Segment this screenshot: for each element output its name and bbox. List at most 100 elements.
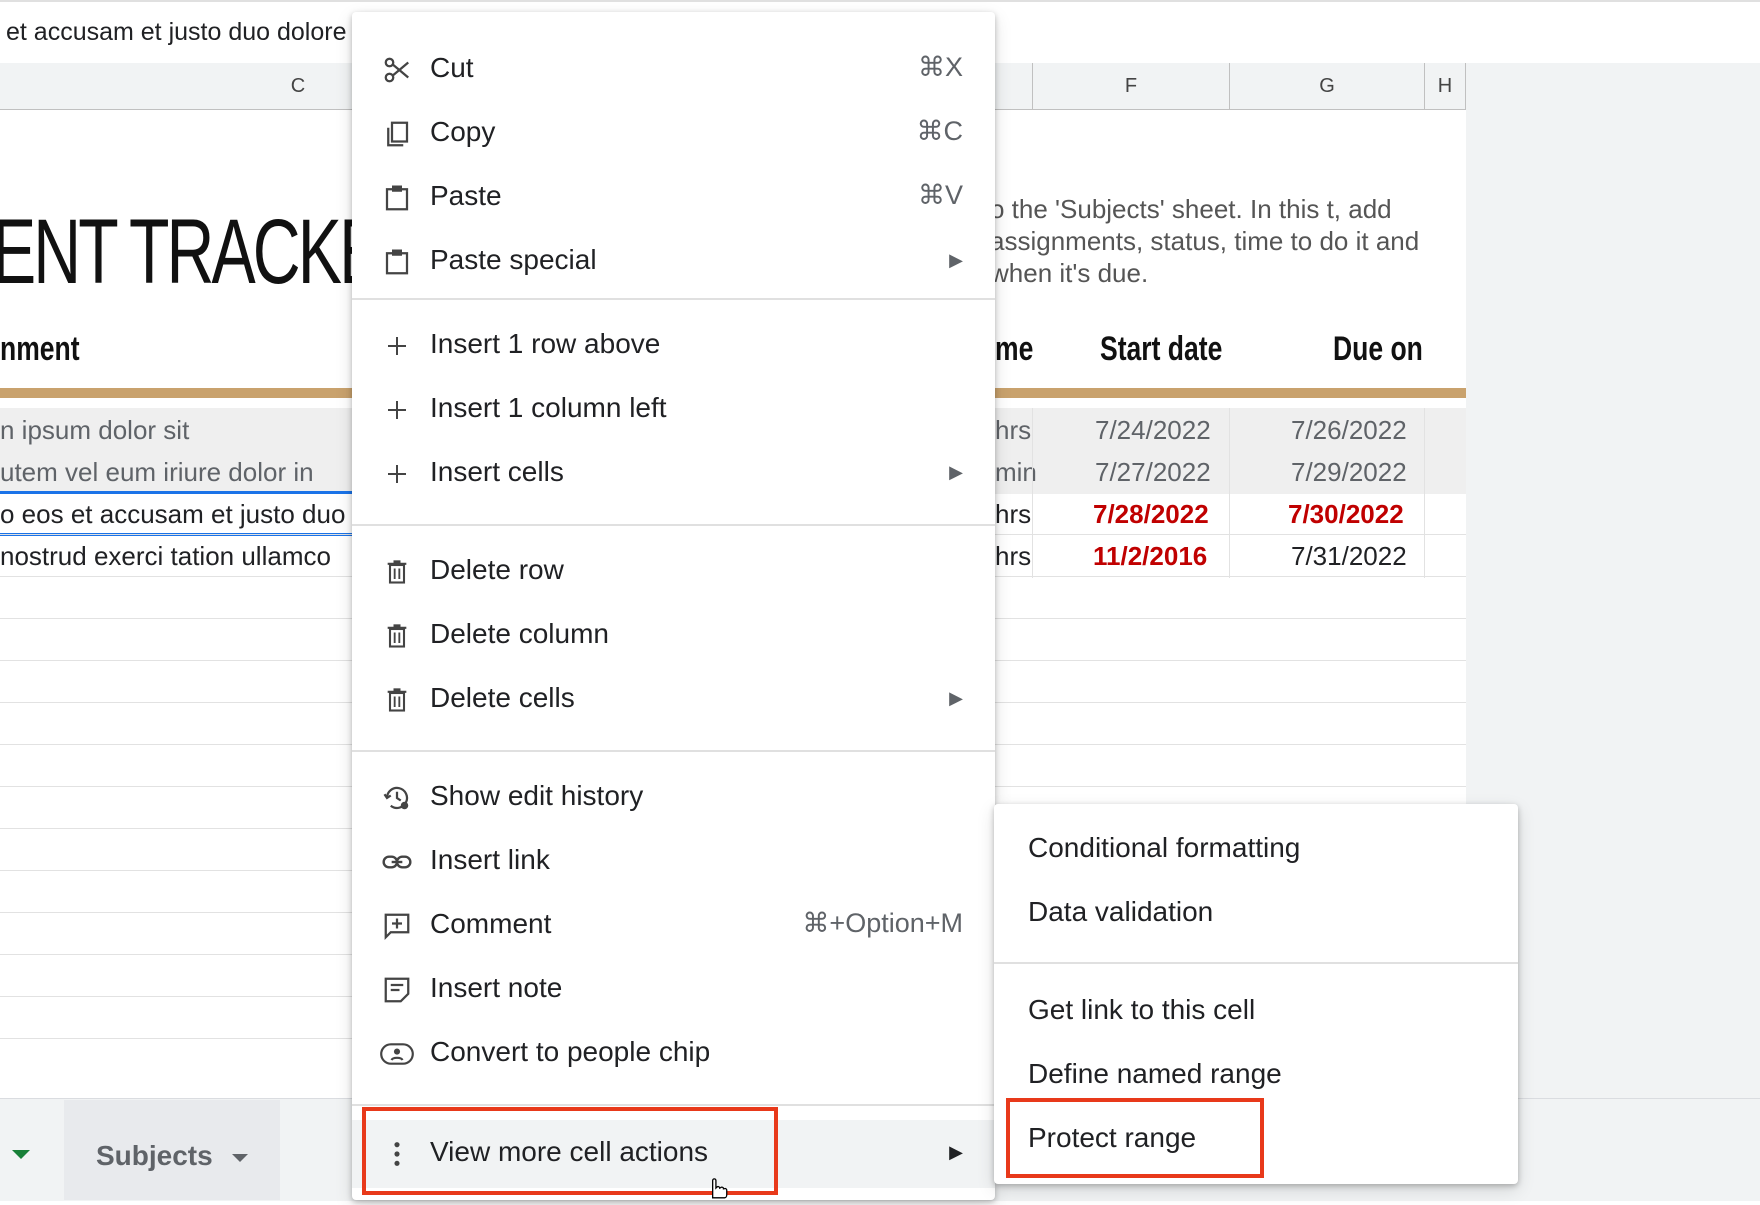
menu-item-cut[interactable]: Cut ⌘X [352,38,995,102]
clipboard-icon [380,245,414,279]
row1-due[interactable]: 7/26/2022 [1291,415,1407,446]
menu-item-label: Delete cells [430,682,575,713]
row3-assignment[interactable]: o eos et accusam et justo duo [0,499,345,530]
menu-item-insert-link[interactable]: Insert link [352,830,995,894]
formula-bar-text[interactable]: et accusam et justo duo dolore [6,18,346,47]
row2-start[interactable]: 7/27/2022 [1095,457,1211,488]
trash-icon [380,683,414,717]
selection-border-top [0,491,352,494]
row4-time[interactable]: hrs [995,541,1031,572]
menu-item-comment[interactable]: Comment ⌘+Option+M [352,894,995,958]
grid-line-vertical [1424,408,1425,578]
hand-cursor-icon [704,1174,730,1200]
note-icon [380,973,414,1007]
menu-separator [994,962,1518,964]
menu-item-shortcut: ⌘X [917,52,963,82]
menu-item-show-edit-history[interactable]: Show edit history [352,766,995,830]
row2-assignment[interactable]: utem vel eum iriure dolor in [0,457,314,488]
row4-assignment[interactable]: nostrud exerci tation ullamco [0,541,331,572]
menu-item-shortcut: ⌘V [917,180,963,210]
column-header-c-label: C [290,75,306,97]
column-header-g[interactable]: G [1229,63,1424,109]
menu-separator [352,1104,995,1106]
grid-line-vertical [1032,408,1033,578]
row3-due[interactable]: 7/30/2022 [1288,499,1404,530]
column-header-c[interactable]: C [0,63,352,109]
history-icon [380,781,414,815]
menu-item-insert-column-left[interactable]: Insert 1 column left [352,378,995,442]
row4-start[interactable]: 11/2/2016 [1093,541,1207,572]
menu-item-label: Delete row [430,554,564,585]
copy-icon [380,117,414,151]
submenu-arrow-icon: ▶ [949,688,963,708]
row1-time[interactable]: hrs [995,415,1031,446]
start-date-header: Start date [1100,330,1223,368]
context-menu: Cut ⌘X Copy ⌘C Paste ⌘V Paste special ▶ … [352,12,995,1200]
sheet-description: o the 'Subjects' sheet. In this t, add a… [990,194,1420,288]
menu-item-label: Show edit history [430,780,644,811]
menu-item-label: Insert link [430,844,550,875]
row3-time[interactable]: hrs [995,499,1031,530]
submenu-item-conditional-formatting[interactable]: Conditional formatting [1028,832,1300,864]
column-header-f-label: F [1124,75,1138,97]
row2-due[interactable]: 7/29/2022 [1291,457,1407,488]
menu-item-label: Insert 1 column left [430,392,667,423]
plus-icon [380,329,414,363]
comment-add-icon [380,909,414,943]
menu-item-label: Insert 1 row above [430,328,661,359]
menu-item-paste-special[interactable]: Paste special ▶ [352,230,995,294]
menu-item-label: Copy [430,116,496,147]
plus-icon [380,457,414,491]
menu-item-label: Comment [430,908,552,939]
menu-item-label: Convert to people chip [430,1036,711,1067]
due-on-header: Due on [1333,330,1423,368]
menu-item-label: Cut [430,52,474,83]
menu-item-convert-people-chip[interactable]: Convert to people chip [352,1022,995,1086]
menu-separator [352,298,995,300]
menu-item-delete-row[interactable]: Delete row [352,540,995,604]
submenu-item-define-named-range[interactable]: Define named range [1028,1058,1282,1090]
row2-time[interactable]: min [995,457,1037,488]
menu-item-label: Paste special [430,244,597,275]
plus-icon [380,393,414,427]
trash-icon [380,555,414,589]
menu-item-label: Delete column [430,618,609,649]
menu-item-copy[interactable]: Copy ⌘C [352,102,995,166]
menu-separator [352,524,995,526]
menu-item-label: Paste [430,180,502,211]
link-icon [380,845,414,879]
menu-separator [352,750,995,752]
column-header-f[interactable]: F [1032,63,1229,109]
menu-item-insert-row-above[interactable]: Insert 1 row above [352,314,995,378]
menu-item-label: Insert note [430,972,563,1003]
column-header-h[interactable]: H [1424,63,1466,109]
submenu-arrow-icon: ▶ [949,250,963,270]
assignment-header: nment [0,330,80,368]
grid-line-vertical [1229,408,1230,578]
row1-assignment[interactable]: n ipsum dolor sit [0,415,189,446]
time-header: me [995,330,1034,368]
column-header-h-label: H [1437,75,1453,97]
people-chip-icon [380,1037,414,1071]
menu-item-paste[interactable]: Paste ⌘V [352,166,995,230]
sheet-menu-caret-icon[interactable] [12,1150,30,1159]
submenu-arrow-icon: ▶ [949,1142,963,1162]
trash-icon [380,619,414,653]
row4-due[interactable]: 7/31/2022 [1291,541,1407,572]
row1-start[interactable]: 7/24/2022 [1095,415,1211,446]
menu-item-delete-cells[interactable]: Delete cells ▶ [352,668,995,732]
scissors-icon [380,53,414,87]
menu-item-shortcut: ⌘+Option+M [802,908,963,938]
menu-item-shortcut: ⌘C [916,116,964,146]
menu-item-insert-note[interactable]: Insert note [352,958,995,1022]
menu-item-label: Insert cells [430,456,564,487]
submenu-item-data-validation[interactable]: Data validation [1028,896,1213,928]
row3-start[interactable]: 7/28/2022 [1093,499,1209,530]
tab-dropdown-caret-icon[interactable] [232,1154,248,1162]
highlight-box-protect-range [1006,1098,1264,1178]
tab-subjects-label: Subjects [96,1140,213,1171]
menu-item-insert-cells[interactable]: Insert cells ▶ [352,442,995,506]
submenu-arrow-icon: ▶ [949,462,963,482]
submenu-item-get-link[interactable]: Get link to this cell [1028,994,1255,1026]
menu-item-delete-column[interactable]: Delete column [352,604,995,668]
